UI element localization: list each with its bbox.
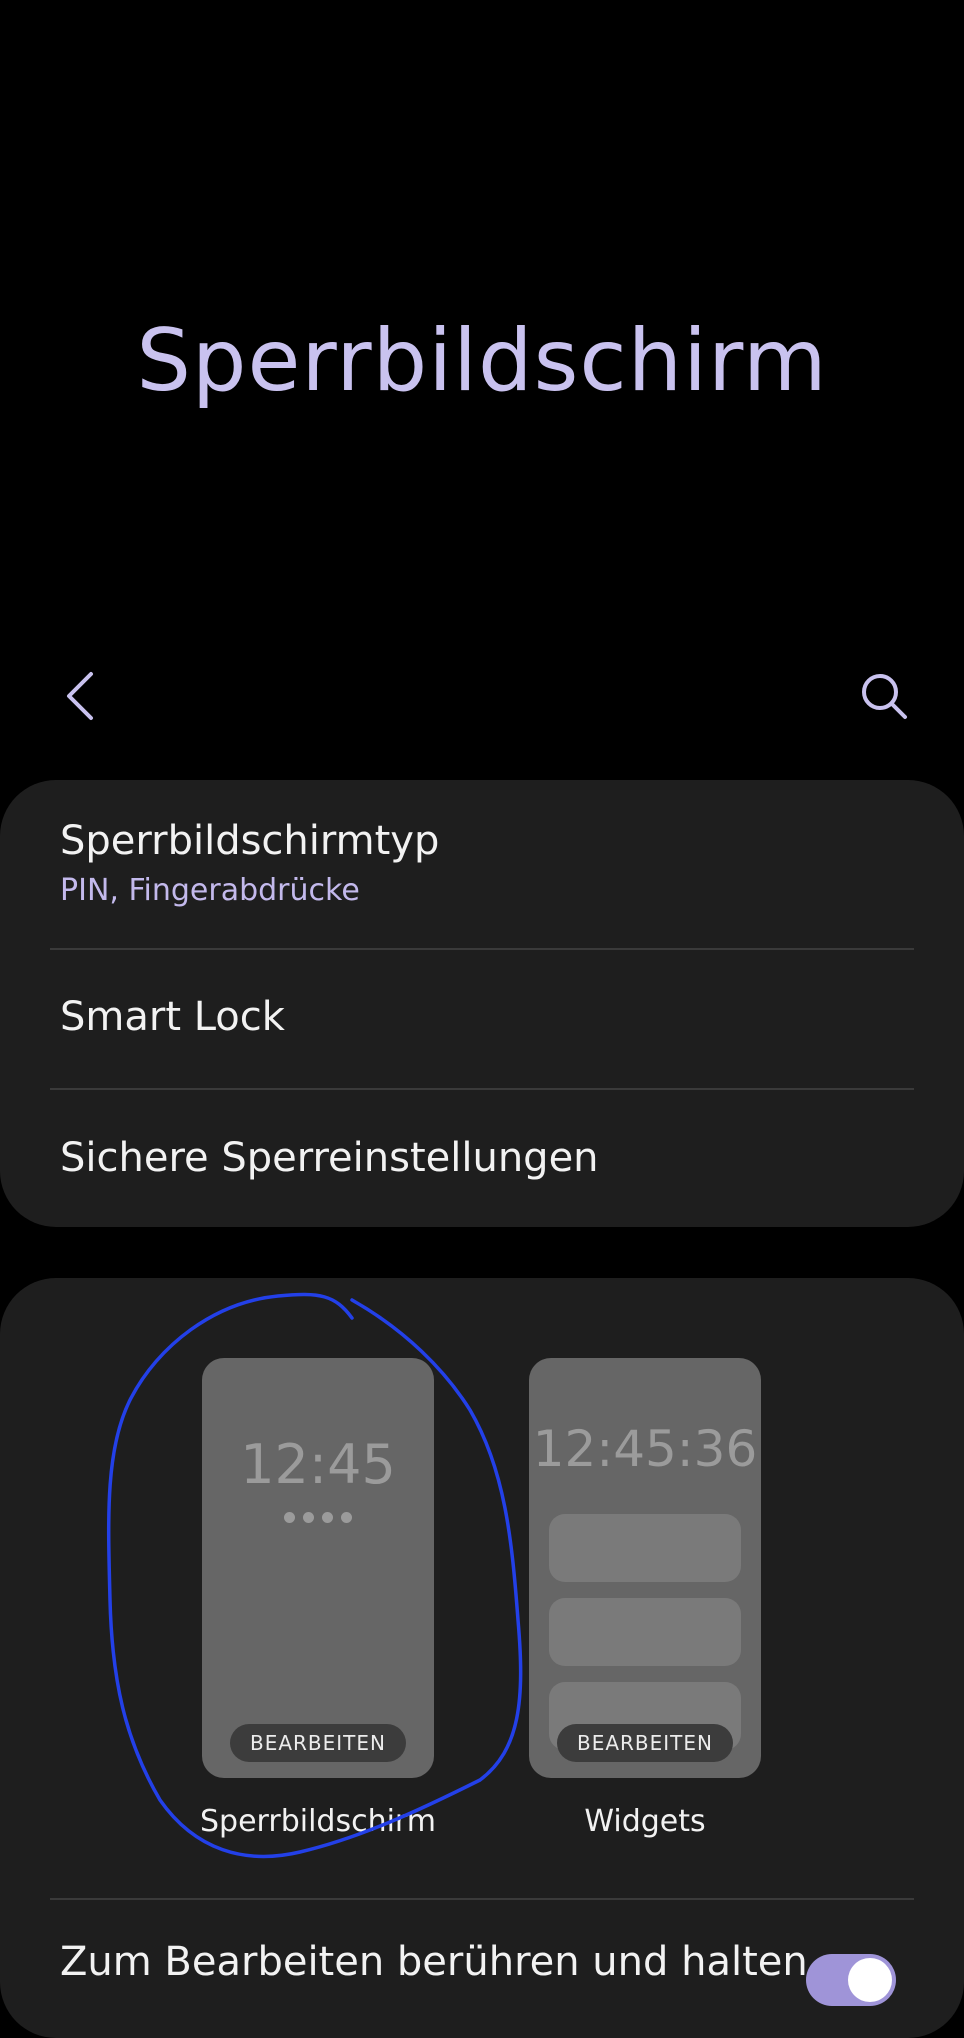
security-card: Sperrbildschirmtyp PIN, Fingerabdrücke S…: [0, 780, 964, 1227]
touch-hold-row[interactable]: Zum Bearbeiten berühren und halten: [60, 1938, 820, 1986]
divider: [50, 1898, 914, 1900]
dot: [341, 1512, 352, 1523]
page-title: Sperrbildschirm: [136, 311, 828, 411]
edit-lock-screen-button[interactable]: BEARBEITEN: [229, 1724, 407, 1762]
lock-screen-preview[interactable]: 12:45 BEARBEITEN: [202, 1358, 434, 1778]
secure-lock-settings-title: Sichere Sperreinstellungen: [60, 1135, 599, 1181]
lock-type-title: Sperrbildschirmtyp: [60, 818, 440, 864]
edit-widgets-button[interactable]: BEARBEITEN: [556, 1724, 734, 1762]
divider: [50, 1088, 914, 1090]
lock-type-subtitle: PIN, Fingerabdrücke: [60, 873, 360, 908]
secure-lock-settings-row[interactable]: Sichere Sperreinstellungen: [60, 1134, 904, 1182]
lock-screen-preview-label: Sperrbildschirm: [200, 1804, 436, 1839]
smart-lock-row[interactable]: Smart Lock: [60, 993, 904, 1041]
widget-slot: [549, 1598, 741, 1666]
search-icon: [859, 671, 909, 725]
touch-hold-title: Zum Bearbeiten berühren und halten: [60, 1939, 808, 1985]
preview-clock: 12:45:36: [532, 1420, 758, 1478]
dot: [322, 1512, 333, 1523]
back-button[interactable]: [52, 670, 108, 726]
touch-hold-toggle[interactable]: [806, 1954, 896, 2006]
divider: [50, 948, 914, 950]
chevron-left-icon: [65, 671, 95, 725]
search-button[interactable]: [856, 670, 912, 726]
preview-clock: 12:45: [240, 1433, 396, 1496]
smart-lock-title: Smart Lock: [60, 994, 285, 1040]
customize-card: 12:45 BEARBEITEN Sperrbildschirm 12:45:3…: [0, 1278, 964, 2038]
dot: [303, 1512, 314, 1523]
widgets-preview[interactable]: 12:45:36 BEARBEITEN: [529, 1358, 761, 1778]
widget-slot: [549, 1514, 741, 1582]
lock-type-row[interactable]: Sperrbildschirmtyp PIN, Fingerabdrücke: [60, 817, 904, 909]
widgets-preview-label: Widgets: [584, 1804, 706, 1839]
toggle-knob: [848, 1958, 892, 2002]
dot: [284, 1512, 295, 1523]
pin-dots: [202, 1508, 434, 1527]
